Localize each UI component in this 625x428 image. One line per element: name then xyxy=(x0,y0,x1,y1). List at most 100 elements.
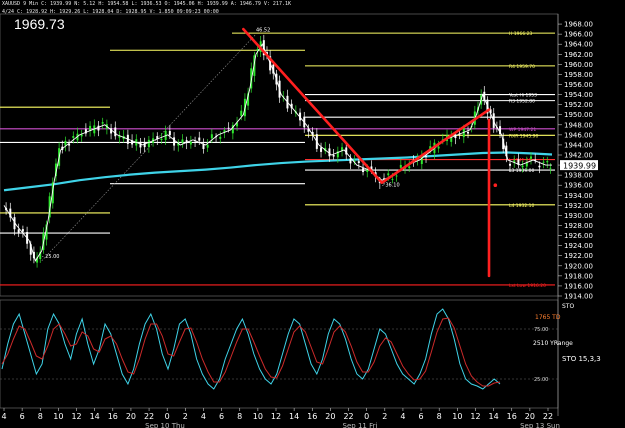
x-tick-label: 14 xyxy=(90,412,100,421)
x-tick-label: 16 xyxy=(507,412,517,421)
x-tick-label: 2 xyxy=(382,412,387,421)
y-tick-label: 1936.00 xyxy=(564,182,593,190)
y-tick-label: 1918.00 xyxy=(564,272,593,280)
candle-body xyxy=(349,158,352,164)
x-tick-label: 14 xyxy=(289,412,299,421)
y-tick-label: 1954.00 xyxy=(564,91,593,99)
sto-line xyxy=(1,308,501,390)
annotation-yrange: 2510 YRange xyxy=(533,340,573,347)
candle-body xyxy=(357,161,360,164)
level-label: L 1941.10 xyxy=(509,158,532,164)
moving-average-line xyxy=(3,151,553,192)
candle-body xyxy=(101,122,104,124)
x-tick-label: 20 xyxy=(525,412,535,421)
candle-body xyxy=(206,144,209,148)
x-tick-label: 12 xyxy=(71,412,81,421)
level-label: R3 1952.80 xyxy=(509,99,535,105)
stochastic-panel-border xyxy=(0,299,559,409)
level-label: R4 1959.70 xyxy=(509,64,535,70)
x-date-label: Sep 10 Thu xyxy=(145,422,185,428)
x-date-label: Sep 11 Fri xyxy=(343,422,378,428)
sto-tick-label: 25.00 xyxy=(534,377,548,383)
x-tick-label: 20 xyxy=(325,412,335,421)
candle-body xyxy=(181,139,184,143)
candle-body xyxy=(391,178,394,180)
x-tick-label: 22 xyxy=(543,412,553,421)
y-tick-label: 1916.00 xyxy=(564,282,593,290)
x-tick-label: 0 xyxy=(364,412,369,421)
level-label: RXR 1945.90 xyxy=(509,133,539,139)
level-label: Lst Low 1916.20 xyxy=(509,283,546,289)
x-tick-label: 4 xyxy=(400,412,405,421)
x-tick-label: 8 xyxy=(237,412,242,421)
candle-body xyxy=(219,136,222,139)
candle-body xyxy=(17,229,20,233)
x-tick-label: 4 xyxy=(1,412,6,421)
candle-body xyxy=(509,163,512,166)
candle-body xyxy=(332,155,335,157)
annotation-td: 1765 TD xyxy=(535,314,561,321)
candle-body xyxy=(408,166,411,169)
candle-body xyxy=(173,137,176,146)
x-tick-label: 12 xyxy=(470,412,480,421)
y-tick-label: 1964.00 xyxy=(564,41,593,49)
candle-body xyxy=(542,161,545,163)
level-label: WP 1947.21 xyxy=(509,127,536,133)
sto-line xyxy=(1,317,501,387)
candle-body xyxy=(160,138,163,141)
y-tick-label: 1928.00 xyxy=(564,222,593,230)
candle-body xyxy=(240,110,243,116)
price-panel-border xyxy=(0,13,559,297)
candle-body xyxy=(97,125,100,131)
y-tick-label: 1958.00 xyxy=(564,71,593,79)
x-tick-label: 16 xyxy=(307,412,317,421)
candle-body xyxy=(114,127,117,137)
candle-body xyxy=(21,229,24,232)
candle-body xyxy=(399,164,402,168)
trading-chart: XAUUSD 9 Min C: 1939.99 N: 5.12 H: 1954.… xyxy=(0,0,625,428)
x-tick-label: 6 xyxy=(20,412,25,421)
candle-body xyxy=(387,173,390,176)
y-tick-label: 1948.00 xyxy=(564,121,593,129)
y-tick-label: 1944.00 xyxy=(564,141,593,149)
sto-tick-label: 75.00 xyxy=(534,327,548,333)
candle-body xyxy=(227,127,230,129)
point-label: - 25.00 xyxy=(42,254,60,260)
x-tick-label: 2 xyxy=(183,412,188,421)
sto-short-label: STO xyxy=(562,303,574,310)
point-label: 46.52 xyxy=(256,28,270,34)
x-date-label: Sep 13 Sun xyxy=(520,422,560,428)
x-tick-label: 12 xyxy=(271,412,281,421)
candle-body xyxy=(521,165,524,168)
y-tick-label: 1960.00 xyxy=(564,61,593,69)
y-tick-label: 1952.00 xyxy=(564,101,593,109)
y-tick-label: 1914.00 xyxy=(564,293,593,301)
candle-body xyxy=(467,131,470,134)
y-tick-label: 1922.00 xyxy=(564,252,593,260)
candle-body xyxy=(64,140,67,146)
y-tick-label: 1968.00 xyxy=(564,21,593,29)
x-tick-label: 10 xyxy=(53,412,63,421)
x-tick-label: 10 xyxy=(452,412,462,421)
candle-body xyxy=(530,156,533,159)
y-tick-label: 1966.00 xyxy=(564,31,593,39)
x-tick-label: 0 xyxy=(165,412,170,421)
level-label: L4 1932.10 xyxy=(509,203,535,209)
current-price-label: 1939.99 xyxy=(563,162,596,171)
y-tick-label: 1924.00 xyxy=(564,242,593,250)
candle-body xyxy=(437,146,440,149)
x-tick-label: 14 xyxy=(489,412,499,421)
level-label: Yest Hi 1953 xyxy=(508,93,537,99)
close-price-line xyxy=(3,43,552,262)
y-tick-label: 1946.00 xyxy=(564,131,593,139)
candle-body xyxy=(538,165,541,168)
level-label: L3 1939.00 xyxy=(509,168,535,174)
x-tick-label: 8 xyxy=(437,412,442,421)
y-tick-label: 1938.00 xyxy=(564,172,593,180)
candle-body xyxy=(210,134,213,139)
x-tick-label: 16 xyxy=(108,412,118,421)
y-tick-label: 1942.00 xyxy=(564,152,593,160)
sto-title: STO 15,3,3 xyxy=(562,355,601,363)
chart-canvas[interactable]: 1968.00 1966.00 1964.00 1962.00 1960.00 1958.… xyxy=(0,0,625,428)
candle-body xyxy=(546,161,549,163)
